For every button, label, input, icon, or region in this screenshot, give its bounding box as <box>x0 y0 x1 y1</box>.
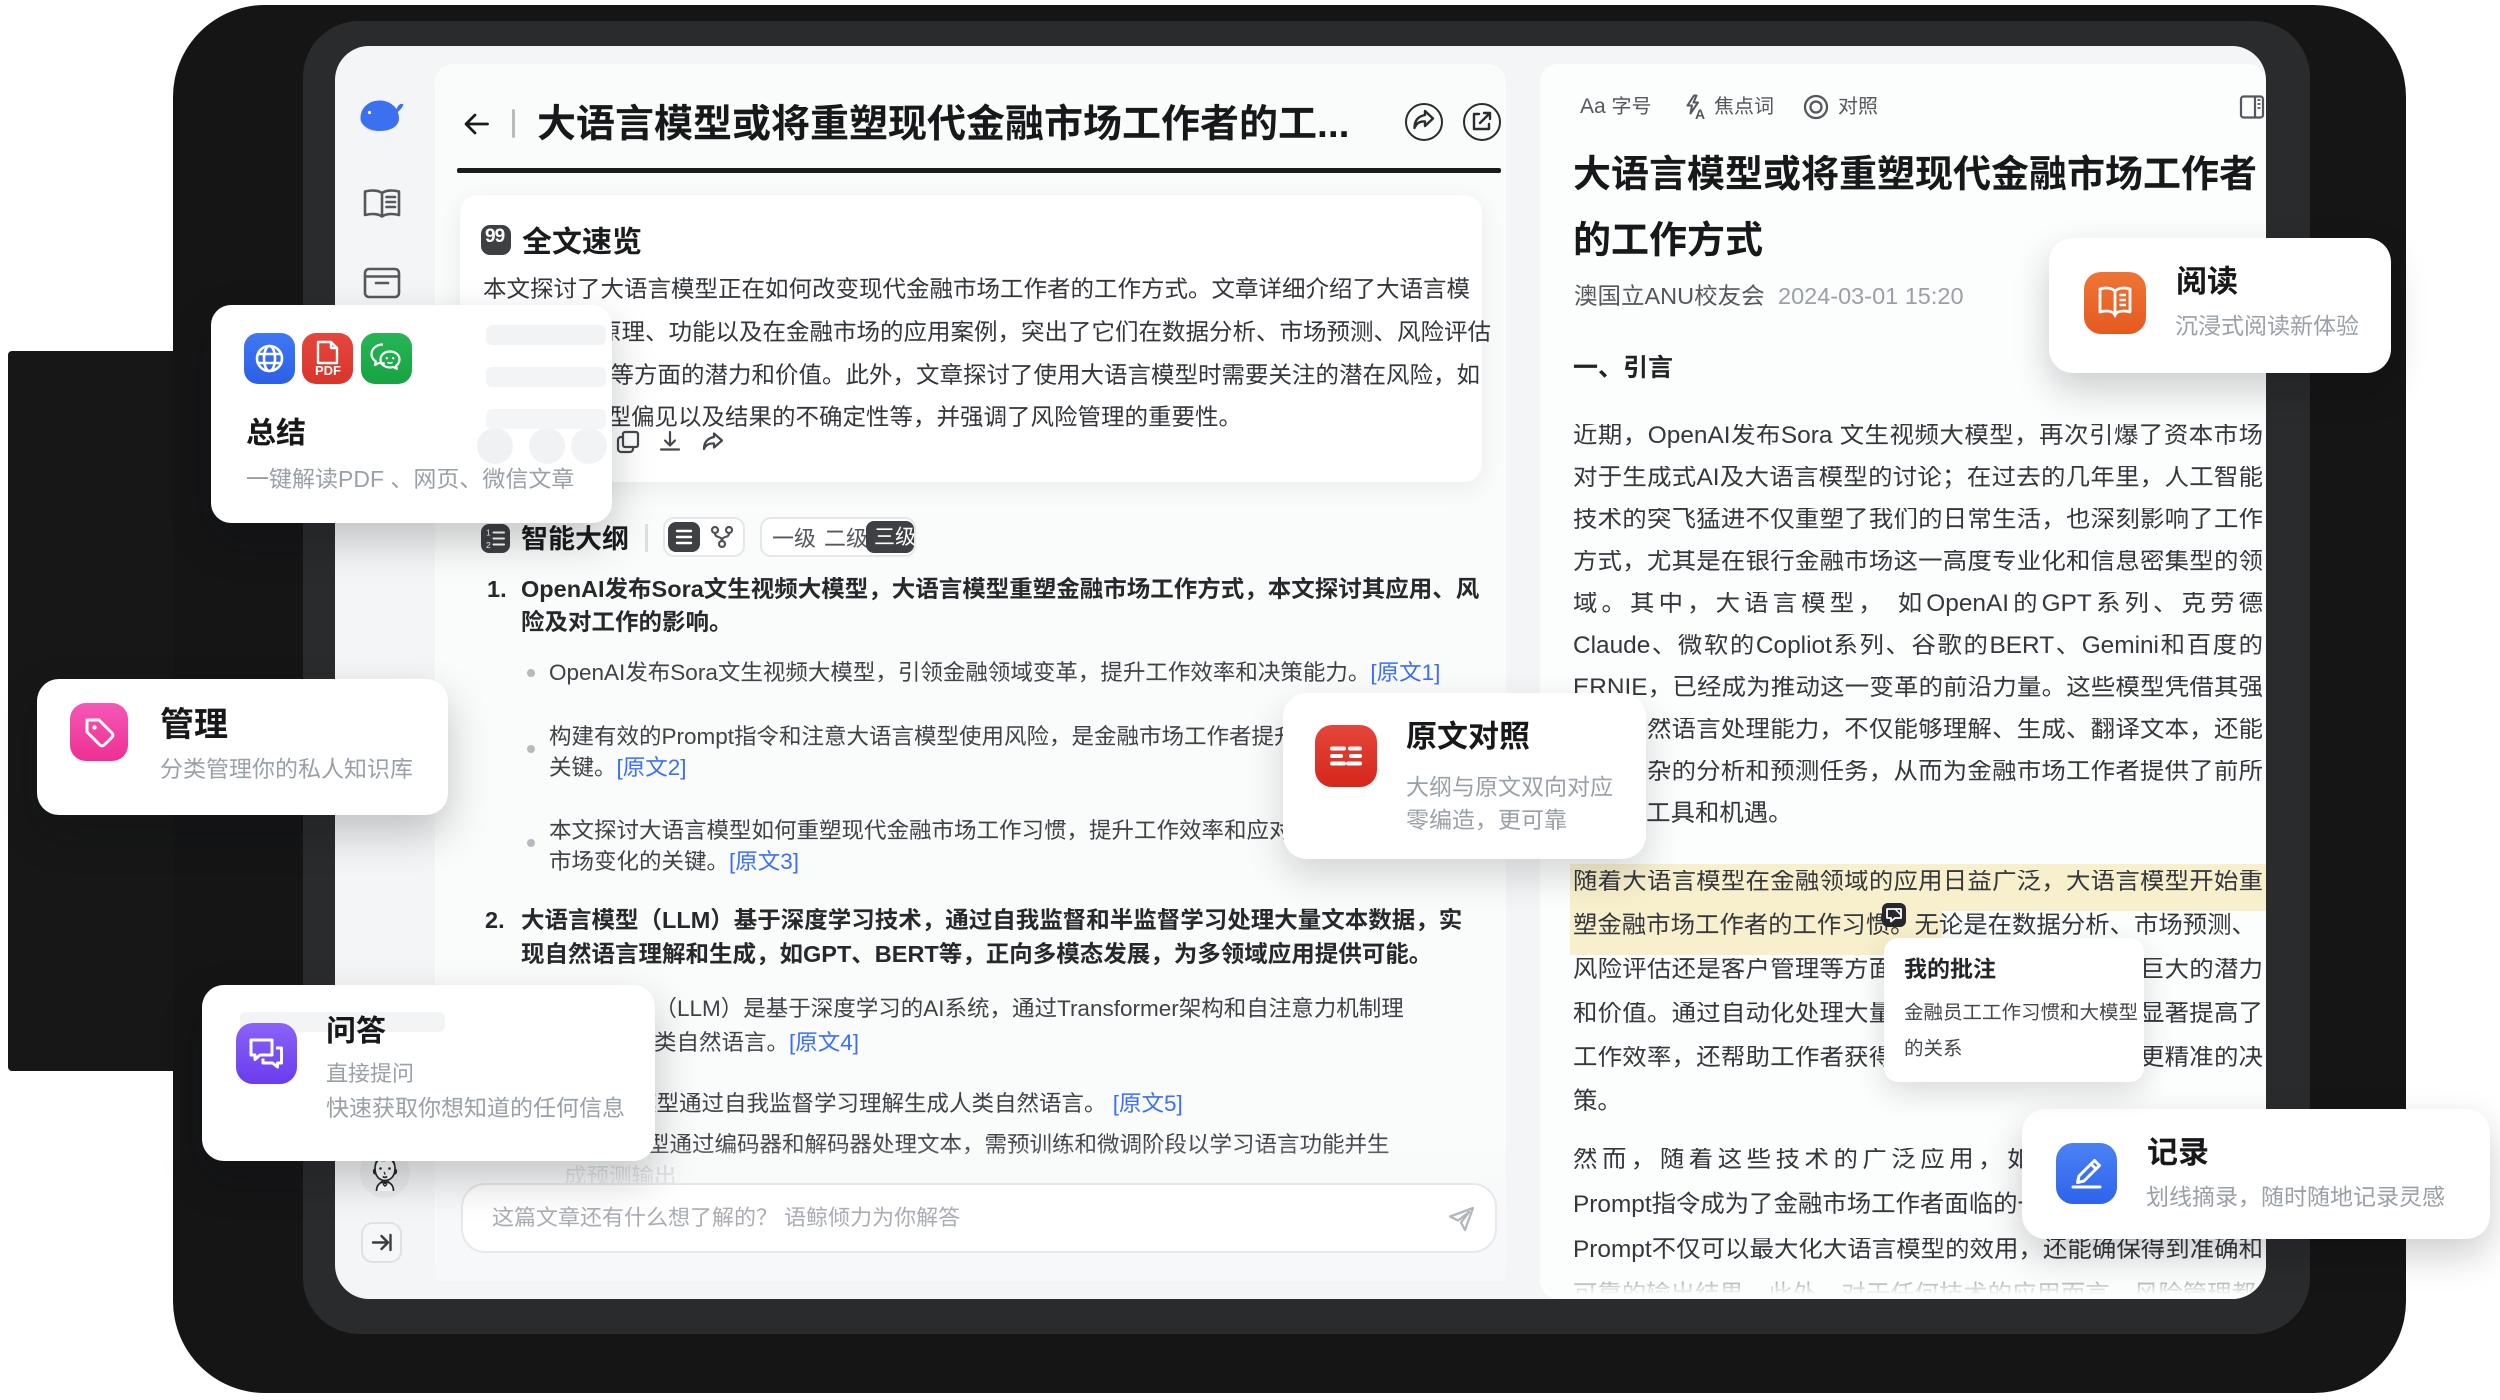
svg-text:A: A <box>1695 106 1705 121</box>
svg-text:PDF: PDF <box>315 363 341 378</box>
svg-text:2: 2 <box>486 540 491 550</box>
svg-text:1: 1 <box>486 528 491 538</box>
